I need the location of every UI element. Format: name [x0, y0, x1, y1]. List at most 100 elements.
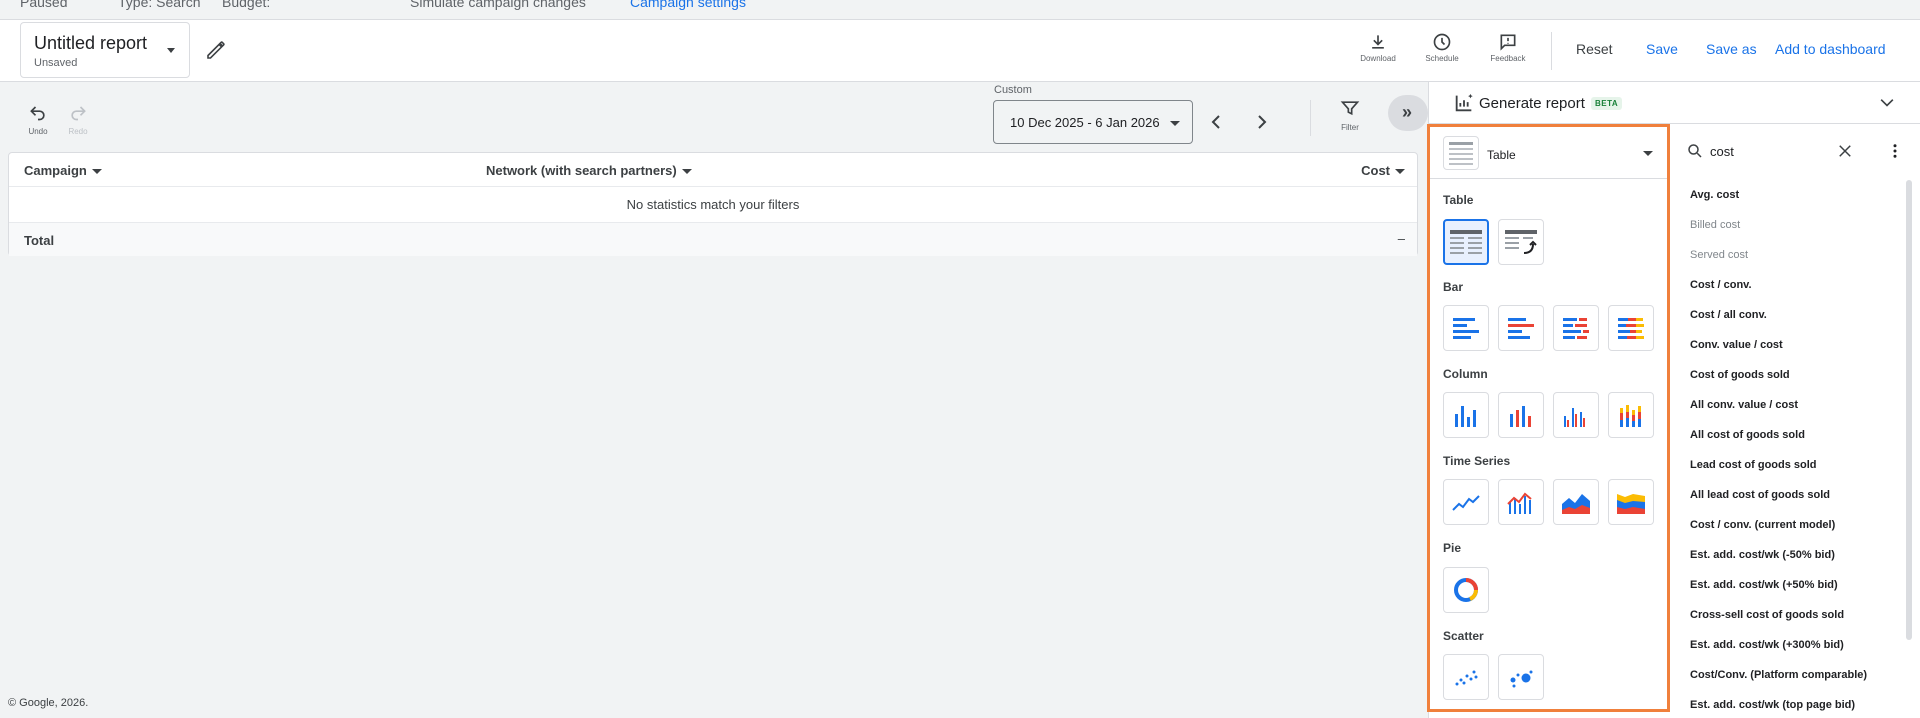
- table-header: Campaign Network (with search partners) …: [9, 153, 1417, 187]
- metric-option[interactable]: Cost / conv.: [1690, 279, 1752, 291]
- metric-option[interactable]: Conv. value / cost: [1690, 339, 1783, 351]
- metric-option[interactable]: Cost/Conv. (Platform comparable): [1690, 669, 1867, 681]
- metric-list-scrollbar[interactable]: [1906, 180, 1912, 640]
- header-divider: [1551, 32, 1552, 70]
- previous-period-button[interactable]: [1204, 110, 1228, 134]
- redo-button[interactable]: Redo: [66, 102, 90, 136]
- metric-option[interactable]: Billed cost: [1690, 219, 1740, 231]
- copyright-footer: © Google, 2026.: [8, 697, 89, 709]
- metric-option[interactable]: All cost of goods sold: [1690, 429, 1805, 441]
- more-vertical-icon[interactable]: [1886, 142, 1904, 160]
- undo-label: Undo: [28, 127, 48, 136]
- double-chevron-right-icon: »: [1402, 102, 1413, 122]
- download-button[interactable]: Download: [1354, 32, 1402, 74]
- metric-option[interactable]: Lead cost of goods sold: [1690, 459, 1817, 471]
- metric-option[interactable]: Cost / all conv.: [1690, 309, 1767, 321]
- section-time-series: Time Series: [1443, 454, 1511, 468]
- metric-option[interactable]: Avg. cost: [1690, 189, 1739, 201]
- campaign-budget[interactable]: Budget:: [222, 0, 270, 10]
- metric-option[interactable]: All conv. value / cost: [1690, 399, 1798, 411]
- viz-option-line-column[interactable]: [1498, 479, 1544, 525]
- viz-option-bar-comparison[interactable]: [1498, 305, 1544, 351]
- save-button[interactable]: Save: [1646, 41, 1678, 57]
- top-status-strip: Paused Type: Search Budget: Simulate cam…: [0, 0, 1920, 20]
- viz-option-area-stacked[interactable]: [1608, 479, 1654, 525]
- chevron-left-icon: [1211, 115, 1220, 129]
- feedback-button[interactable]: Feedback: [1484, 32, 1532, 74]
- metric-option[interactable]: Served cost: [1690, 249, 1748, 261]
- filter-button[interactable]: Filter: [1338, 98, 1362, 132]
- schedule-label: Schedule: [1425, 54, 1459, 63]
- viz-option-bar[interactable]: [1443, 305, 1489, 351]
- redo-label: Redo: [68, 127, 88, 136]
- viz-option-column[interactable]: [1443, 392, 1489, 438]
- chevron-down-icon: [1170, 121, 1180, 126]
- date-range-caption: Custom: [994, 84, 1032, 96]
- viz-option-column-stacked[interactable]: [1608, 392, 1654, 438]
- selected-visualization-label: Table: [1487, 148, 1516, 162]
- undo-icon: [30, 106, 45, 121]
- beta-badge: BETA: [1591, 97, 1623, 110]
- report-table: Campaign Network (with search partners) …: [8, 152, 1418, 256]
- next-period-button[interactable]: [1250, 110, 1274, 134]
- empty-table-message: No statistics match your filters: [626, 197, 800, 212]
- viz-option-line[interactable]: [1443, 479, 1489, 525]
- download-label: Download: [1360, 54, 1396, 63]
- metric-search-bar[interactable]: cost: [1676, 124, 1920, 180]
- metric-option[interactable]: Est. add. cost/wk (-50% bid): [1690, 549, 1835, 561]
- campaign-settings-link[interactable]: Campaign settings: [630, 0, 746, 10]
- add-to-dashboard-button[interactable]: Add to dashboard: [1775, 41, 1886, 57]
- report-name-selector[interactable]: Untitled report Unsaved: [20, 22, 190, 78]
- filter-label: Filter: [1341, 123, 1359, 132]
- viz-option-pivot-table[interactable]: [1498, 219, 1544, 265]
- filter-divider: [1310, 100, 1311, 136]
- viz-option-table[interactable]: [1443, 219, 1489, 265]
- edit-pencil-icon[interactable]: [204, 38, 228, 62]
- viz-option-area[interactable]: [1553, 479, 1599, 525]
- generate-report-bar[interactable]: Generate report BETA: [1429, 82, 1920, 124]
- section-table: Table: [1443, 193, 1474, 207]
- close-icon[interactable]: [1836, 142, 1854, 160]
- metric-option[interactable]: Est. add. cost/wk (top page bid): [1690, 699, 1855, 711]
- report-header: Untitled report Unsaved Download Schedul…: [0, 20, 1920, 82]
- expand-panel-button[interactable]: »: [1388, 95, 1428, 131]
- chevron-down-icon[interactable]: [1877, 93, 1897, 113]
- column-header-campaign[interactable]: Campaign: [24, 163, 102, 178]
- schedule-button[interactable]: Schedule: [1418, 32, 1466, 74]
- save-as-button[interactable]: Save as: [1706, 41, 1757, 57]
- report-save-status: Unsaved: [34, 57, 78, 69]
- metric-option[interactable]: Est. add. cost/wk (+50% bid): [1690, 579, 1838, 591]
- section-pie: Pie: [1443, 541, 1462, 555]
- total-label: Total: [24, 233, 55, 248]
- generate-report-label: Generate report: [1479, 95, 1585, 112]
- metric-option[interactable]: Cost / conv. (current model): [1690, 519, 1835, 531]
- viz-option-pie[interactable]: [1443, 567, 1489, 613]
- visualization-type-dropdown[interactable]: Table: [1430, 127, 1667, 179]
- undo-button[interactable]: Undo: [26, 102, 50, 136]
- metric-option[interactable]: Cost of goods sold: [1690, 369, 1790, 381]
- viz-option-bar-stacked[interactable]: [1608, 305, 1654, 351]
- visualization-picker: Table Table Bar Column Time Series Pie S…: [1427, 124, 1670, 712]
- metric-option[interactable]: All lead cost of goods sold: [1690, 489, 1830, 501]
- column-header-cost[interactable]: Cost: [1361, 163, 1405, 178]
- viz-option-column-grouped[interactable]: [1553, 392, 1599, 438]
- column-header-network[interactable]: Network (with search partners): [486, 163, 692, 178]
- sort-caret-icon: [91, 169, 102, 175]
- viz-option-scatter[interactable]: [1443, 654, 1489, 700]
- sort-caret-icon: [681, 169, 692, 175]
- reset-button[interactable]: Reset: [1576, 41, 1613, 57]
- feedback-label: Feedback: [1490, 54, 1526, 63]
- viz-option-bar-grouped[interactable]: [1553, 305, 1599, 351]
- total-row: Total –: [9, 222, 1417, 256]
- section-scatter: Scatter: [1443, 629, 1484, 643]
- report-title: Untitled report: [34, 33, 148, 53]
- metric-search-input[interactable]: cost: [1710, 144, 1734, 159]
- simulate-campaign-link[interactable]: Simulate campaign changes: [410, 0, 586, 10]
- viz-option-bubble[interactable]: [1498, 654, 1544, 700]
- metric-option[interactable]: Cross-sell cost of goods sold: [1690, 609, 1844, 621]
- metric-option[interactable]: Est. add. cost/wk (+300% bid): [1690, 639, 1844, 651]
- date-range-selector[interactable]: 10 Dec 2025 - 6 Jan 2026: [993, 100, 1193, 144]
- viz-option-column-comparison[interactable]: [1498, 392, 1544, 438]
- campaign-type: Type: Search: [118, 0, 201, 10]
- chevron-down-icon: [1643, 151, 1653, 156]
